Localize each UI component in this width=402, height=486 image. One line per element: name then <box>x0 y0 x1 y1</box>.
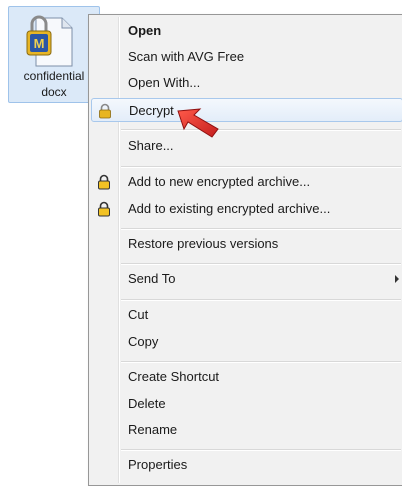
menu-item-decrypt[interactable]: Decrypt <box>91 98 402 122</box>
menu-separator <box>121 228 401 230</box>
submenu-arrow-icon <box>395 275 399 283</box>
menu-item-open-with[interactable]: Open With... <box>91 71 402 95</box>
menu-item-open[interactable]: Open <box>91 19 402 43</box>
file-name-line2: docx <box>41 85 67 99</box>
menu-item-add-existing-encrypted-archive[interactable]: Add to existing encrypted archive... <box>91 197 402 221</box>
menu-item-delete[interactable]: Delete <box>91 392 402 416</box>
menu-item-share[interactable]: Share... <box>91 134 402 158</box>
menu-item-label: Delete <box>128 396 166 411</box>
lock-document-icon: M <box>26 15 73 67</box>
file-name-line1: confidential <box>23 69 85 83</box>
menu-separator <box>121 166 401 168</box>
file-icon-confidential-docx[interactable]: M confidential docx <box>8 6 100 103</box>
menu-item-label: Restore previous versions <box>128 236 279 251</box>
menu-separator <box>121 449 401 451</box>
menu-item-scan-avg[interactable]: Scan with AVG Free <box>91 45 402 69</box>
menu-item-label: Rename <box>128 422 178 437</box>
context-menu: Open Scan with AVG Free Open With... Dec… <box>88 14 402 486</box>
menu-item-rename[interactable]: Rename <box>91 418 402 442</box>
menu-separator <box>121 361 401 363</box>
menu-item-label: Scan with AVG Free <box>128 49 245 64</box>
menu-item-label: Decrypt <box>129 103 174 118</box>
menu-item-add-new-encrypted-archive[interactable]: Add to new encrypted archive... <box>91 170 402 194</box>
menu-item-label: Create Shortcut <box>128 369 220 384</box>
menu-item-label: Open With... <box>128 75 201 90</box>
menu-item-cut[interactable]: Cut <box>91 303 402 327</box>
menu-separator <box>121 263 401 265</box>
menu-item-label: Cut <box>128 307 149 322</box>
menu-item-send-to[interactable]: Send To <box>91 267 402 291</box>
svg-text:M: M <box>34 36 45 51</box>
menu-item-label: Copy <box>128 334 159 349</box>
menu-separator <box>121 299 401 301</box>
red-pointer-arrow-icon <box>177 108 219 138</box>
menu-item-label: Open <box>128 23 162 38</box>
menu-separator <box>121 129 401 131</box>
menu-item-label: Share... <box>128 138 174 153</box>
menu-item-label: Properties <box>128 457 188 472</box>
menu-item-create-shortcut[interactable]: Create Shortcut <box>91 365 402 389</box>
menu-item-copy[interactable]: Copy <box>91 330 402 354</box>
lock-icon <box>99 103 111 119</box>
menu-item-label: Add to existing encrypted archive... <box>128 201 331 216</box>
menu-item-restore-previous-versions[interactable]: Restore previous versions <box>91 232 402 256</box>
lock-icon <box>98 174 110 190</box>
menu-item-label: Send To <box>128 271 176 286</box>
lock-icon <box>98 201 110 217</box>
menu-item-properties[interactable]: Properties <box>91 453 402 477</box>
menu-item-label: Add to new encrypted archive... <box>128 174 311 189</box>
